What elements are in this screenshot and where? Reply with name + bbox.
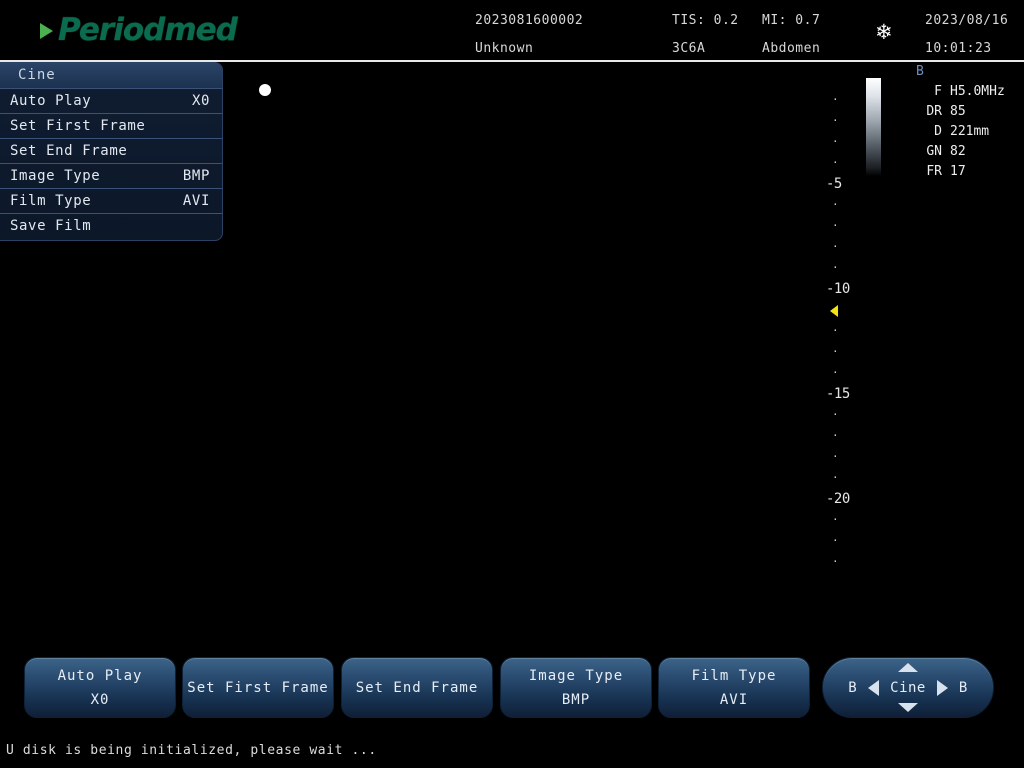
param-value: 17 (950, 164, 966, 179)
param-value: 82 (950, 144, 966, 159)
cine-menu-item-label: Film Type (10, 189, 91, 214)
patient-id: 2023081600002 (475, 13, 583, 28)
param-row-fr: FR 17 (908, 164, 1024, 179)
exam-date: 2023/08/16 (925, 13, 1008, 28)
depth-tick: · (832, 326, 839, 335)
nav-left-label: B (848, 680, 857, 696)
param-value: H5.0MHz (950, 84, 1005, 99)
tis-value: TIS: 0.2 (672, 13, 739, 28)
chevron-right-icon[interactable] (937, 680, 948, 696)
soft-button-label: Set First Frame (187, 680, 328, 696)
depth-tick: · (832, 137, 839, 146)
depth-tick: · (832, 431, 839, 440)
depth-tick: · (832, 515, 839, 524)
depth-tick: · (832, 368, 839, 377)
cine-nav-widget[interactable]: B Cine B (822, 657, 994, 718)
param-row-d: D 221mm (908, 124, 1024, 139)
cine-menu-item-value: BMP (183, 164, 210, 189)
status-bar: U disk is being initialized, please wait… (0, 738, 1024, 768)
ultrasound-screen: Periodmed 2023081600002 Unknown TIS: 0.2… (0, 0, 1024, 768)
depth-tick: · (832, 242, 839, 251)
soft-button-film-type[interactable]: Film Type AVI (658, 657, 810, 718)
soft-button-label: Image Type (529, 668, 623, 684)
param-row-f: F H5.0MHz (908, 84, 1024, 99)
cine-menu-item-image-type[interactable]: Image Type BMP (0, 163, 222, 188)
cine-menu-item-label: Save Film (10, 214, 91, 239)
soft-button-set-end-frame[interactable]: Set End Frame (341, 657, 493, 718)
cine-menu-item-label: Image Type (10, 164, 100, 189)
exam-time: 10:01:23 (925, 41, 992, 56)
param-key: GN (908, 144, 942, 159)
soft-button-bar: B Cine B Auto Play X0 Set First Frame Set E… (0, 657, 1024, 719)
cine-menu-item-auto-play[interactable]: Auto Play X0 (0, 88, 222, 113)
soft-button-auto-play[interactable]: Auto Play X0 (24, 657, 176, 718)
depth-tick: · (832, 158, 839, 167)
nav-center-label: Cine (890, 680, 926, 696)
patient-name: Unknown (475, 41, 533, 56)
depth-label-15cm: -15 (826, 388, 850, 400)
cine-menu-item-value: AVI (183, 189, 210, 214)
nav-right-label: B (959, 680, 968, 696)
soft-button-label: Auto Play (58, 668, 143, 684)
cine-menu-item-label: Set End Frame (10, 139, 127, 164)
mi-value: MI: 0.7 (762, 13, 820, 28)
depth-label-10cm: -10 (826, 283, 850, 295)
brand-name: Periodmed (32, 12, 282, 48)
depth-tick: · (832, 95, 839, 104)
ultrasound-image[interactable] (228, 64, 828, 624)
depth-label-20cm: -20 (826, 493, 850, 505)
depth-tick: · (832, 452, 839, 461)
cine-menu-panel: Cine Auto Play X0 Set First FrameSet End F… (0, 62, 223, 241)
depth-tick: · (832, 536, 839, 545)
param-key: DR (908, 104, 942, 119)
soft-button-image-type[interactable]: Image Type BMP (500, 657, 652, 718)
cine-menu-title: Cine (0, 62, 222, 88)
param-row-dr: DR 85 (908, 104, 1024, 119)
imaging-parameters: B F H5.0MHz DR 85 D 221mm GN 82 FR 17 (908, 64, 1024, 184)
depth-scale: ····-5····-10····-15····-20··· (826, 64, 862, 564)
param-key: D (908, 124, 942, 139)
soft-button-label: Film Type (692, 668, 777, 684)
param-key: F (908, 84, 942, 99)
depth-label-5cm: -5 (826, 178, 842, 190)
cine-menu-item-set-end-frame[interactable]: Set End Frame (0, 138, 222, 163)
ultrasound-canvas[interactable] (228, 64, 828, 624)
status-message: U disk is being initialized, please wait… (6, 743, 377, 758)
mode-label: B (916, 64, 1024, 79)
preset-name: Abdomen (762, 41, 820, 56)
soft-button-label: Set End Frame (356, 680, 479, 696)
depth-tick: · (832, 221, 839, 230)
chevron-left-icon[interactable] (868, 680, 879, 696)
depth-tick: · (832, 473, 839, 482)
param-key: FR (908, 164, 942, 179)
soft-button-set-first-frame[interactable]: Set First Frame (182, 657, 334, 718)
probe-name: 3C6A (672, 41, 705, 56)
cine-menu-item-label: Set First Frame (10, 114, 145, 139)
focus-marker-icon[interactable] (830, 305, 838, 317)
cine-menu-item-value: X0 (192, 89, 210, 114)
cine-menu-item-film-type[interactable]: Film Type AVI (0, 188, 222, 213)
play-triangle-icon (40, 23, 53, 39)
depth-tick: · (832, 200, 839, 209)
snowflake-icon: ❄ (875, 22, 893, 43)
soft-button-value: BMP (562, 692, 590, 708)
depth-tick: · (832, 116, 839, 125)
depth-tick: · (832, 557, 839, 566)
param-value: 221mm (950, 124, 989, 139)
depth-tick: · (832, 347, 839, 356)
grayscale-colorbar (866, 78, 881, 176)
orientation-dot-icon (259, 84, 271, 96)
soft-button-value: AVI (720, 692, 748, 708)
param-value: 85 (950, 104, 966, 119)
cine-menu-item-set-first-frame[interactable]: Set First Frame (0, 113, 222, 138)
soft-button-value: X0 (91, 692, 110, 708)
cine-menu-item-save-film[interactable]: Save Film (0, 213, 222, 238)
depth-tick: · (832, 410, 839, 419)
depth-tick: · (832, 263, 839, 272)
param-row-gn: GN 82 (908, 144, 1024, 159)
brand-logo: Periodmed (32, 12, 282, 48)
cine-menu-item-label: Auto Play (10, 89, 91, 114)
